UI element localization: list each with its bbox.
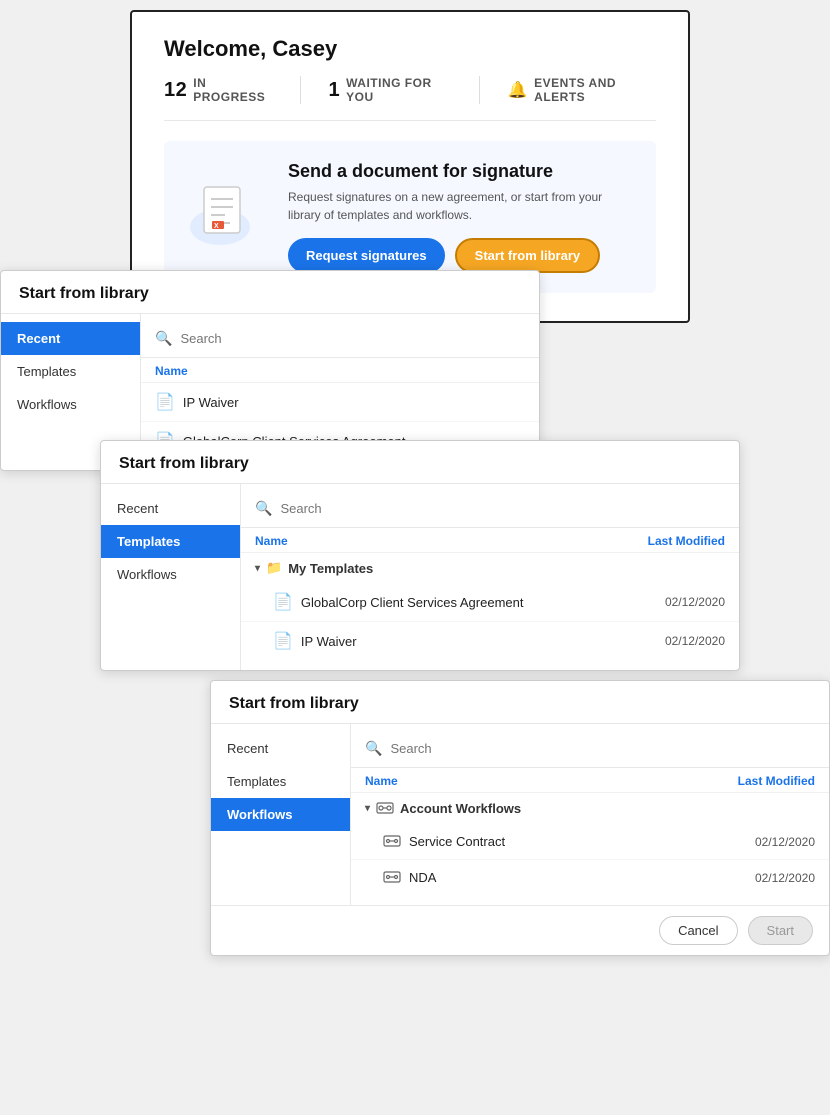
stat-alerts: 🔔 EVENTS AND ALERTS xyxy=(508,76,656,104)
doc-icon: 📄 xyxy=(155,392,175,412)
stat-in-progress-label: IN PROGRESS xyxy=(193,76,271,104)
search-row: 🔍 xyxy=(241,494,739,528)
panel-templates: Start from library Recent Templates Work… xyxy=(100,440,740,671)
panel-templates-sidebar: Recent Templates Workflows xyxy=(101,484,241,670)
panel-templates-title: Start from library xyxy=(119,455,721,473)
sidebar-item-recent[interactable]: Recent xyxy=(1,322,140,355)
panel-recent-header: Start from library xyxy=(1,271,539,314)
start-from-library-button[interactable]: Start from library xyxy=(455,238,600,273)
col-modified: Last Modified xyxy=(738,774,815,788)
start-button[interactable]: Start xyxy=(748,916,813,945)
stats-row: 12 IN PROGRESS 1 WAITING FOR YOU 🔔 EVENT… xyxy=(164,76,656,121)
sidebar-item-workflows[interactable]: Workflows xyxy=(211,798,350,831)
search-icon: 🔍 xyxy=(155,330,172,347)
send-doc-desc: Request signatures on a new agreement, o… xyxy=(288,188,636,224)
stat-waiting: 1 WAITING FOR YOU xyxy=(329,76,451,104)
search-input[interactable] xyxy=(390,741,815,756)
chevron-icon: ▾ xyxy=(255,563,260,574)
sidebar-item-templates[interactable]: Templates xyxy=(211,765,350,798)
item-date: 02/12/2020 xyxy=(665,595,725,609)
panel-templates-body: Recent Templates Workflows 🔍 Name Last M… xyxy=(101,484,739,670)
item-date: 02/12/2020 xyxy=(755,835,815,849)
folder-row: ▾ Account Workflows xyxy=(351,793,829,824)
panel-workflows: Start from library Recent Templates Work… xyxy=(210,680,830,956)
cancel-button[interactable]: Cancel xyxy=(659,916,737,945)
panel-workflows-header: Start from library xyxy=(211,681,829,724)
col-headers: Name Last Modified xyxy=(351,768,829,793)
send-doc-heading: Send a document for signature xyxy=(288,161,636,182)
list-item[interactable]: 📄 GlobalCorp Client Services Agreement 0… xyxy=(241,583,739,622)
sidebar-item-templates[interactable]: Templates xyxy=(101,525,240,558)
col-name: Name xyxy=(155,364,188,378)
item-date: 02/12/2020 xyxy=(755,871,815,885)
list-item[interactable]: NDA 02/12/2020 xyxy=(351,860,829,895)
stat-in-progress-num: 12 xyxy=(164,79,187,102)
doc-icon: 📄 xyxy=(273,592,293,612)
sidebar-item-recent[interactable]: Recent xyxy=(211,732,350,765)
panel-workflows-sidebar: Recent Templates Workflows xyxy=(211,724,351,905)
panel-templates-content: 🔍 Name Last Modified ▾ 📁 My Templates 📄 … xyxy=(241,484,739,670)
item-name: IP Waiver xyxy=(301,634,657,649)
search-row: 🔍 xyxy=(141,324,539,358)
chevron-icon: ▾ xyxy=(365,803,370,814)
search-icon: 🔍 xyxy=(255,500,272,517)
item-name: NDA xyxy=(409,870,747,885)
panel-templates-header: Start from library xyxy=(101,441,739,484)
item-name: GlobalCorp Client Services Agreement xyxy=(301,595,657,610)
sidebar-item-workflows[interactable]: Workflows xyxy=(1,388,140,421)
sidebar-item-recent[interactable]: Recent xyxy=(101,492,240,525)
list-item[interactable]: 📄 IP Waiver 02/12/2020 xyxy=(241,622,739,660)
stat-in-progress: 12 IN PROGRESS xyxy=(164,76,272,104)
folder-name: Account Workflows xyxy=(400,801,521,816)
panel-recent-title: Start from library xyxy=(19,285,521,303)
list-item[interactable]: Service Contract 02/12/2020 xyxy=(351,824,829,860)
item-date: 02/12/2020 xyxy=(665,634,725,648)
search-icon: 🔍 xyxy=(365,740,382,757)
panel-workflows-title: Start from library xyxy=(229,695,811,713)
panel-workflows-body: Recent Templates Workflows 🔍 Name Last M… xyxy=(211,724,829,905)
stat-waiting-num: 1 xyxy=(329,79,341,102)
doc-icon: 📄 xyxy=(273,631,293,651)
item-name: Service Contract xyxy=(409,834,747,849)
search-row: 🔍 xyxy=(351,734,829,768)
stat-divider-2 xyxy=(479,76,480,104)
sidebar-item-templates[interactable]: Templates xyxy=(1,355,140,388)
send-doc-text: Send a document for signature Request si… xyxy=(288,161,636,273)
welcome-title: Welcome, Casey xyxy=(164,36,656,62)
folder-icon xyxy=(376,800,394,817)
stat-alerts-label: EVENTS AND ALERTS xyxy=(534,76,656,104)
btn-row: Request signatures Start from library xyxy=(288,238,636,273)
panel-workflows-content: 🔍 Name Last Modified ▾ Account Workflo xyxy=(351,724,829,905)
col-headers: Name xyxy=(141,358,539,383)
col-name: Name xyxy=(365,774,398,788)
request-signatures-button[interactable]: Request signatures xyxy=(288,238,445,273)
stat-divider-1 xyxy=(300,76,301,104)
stat-waiting-label: WAITING FOR YOU xyxy=(346,76,451,104)
folder-name: My Templates xyxy=(288,561,373,576)
col-headers: Name Last Modified xyxy=(241,528,739,553)
panel-footer: Cancel Start xyxy=(211,905,829,955)
svg-text:X: X xyxy=(214,223,219,230)
workflow-icon xyxy=(383,869,401,886)
item-name: IP Waiver xyxy=(183,395,525,410)
doc-illustration: X xyxy=(184,177,264,257)
search-input[interactable] xyxy=(280,501,725,516)
search-input[interactable] xyxy=(180,331,525,346)
bell-icon: 🔔 xyxy=(508,80,528,100)
col-modified: Last Modified xyxy=(648,534,725,548)
list-item[interactable]: 📄 IP Waiver xyxy=(141,383,539,422)
col-name: Name xyxy=(255,534,288,548)
folder-row: ▾ 📁 My Templates xyxy=(241,553,739,583)
sidebar-item-workflows[interactable]: Workflows xyxy=(101,558,240,591)
workflow-icon xyxy=(383,833,401,850)
folder-icon: 📁 xyxy=(266,560,282,576)
